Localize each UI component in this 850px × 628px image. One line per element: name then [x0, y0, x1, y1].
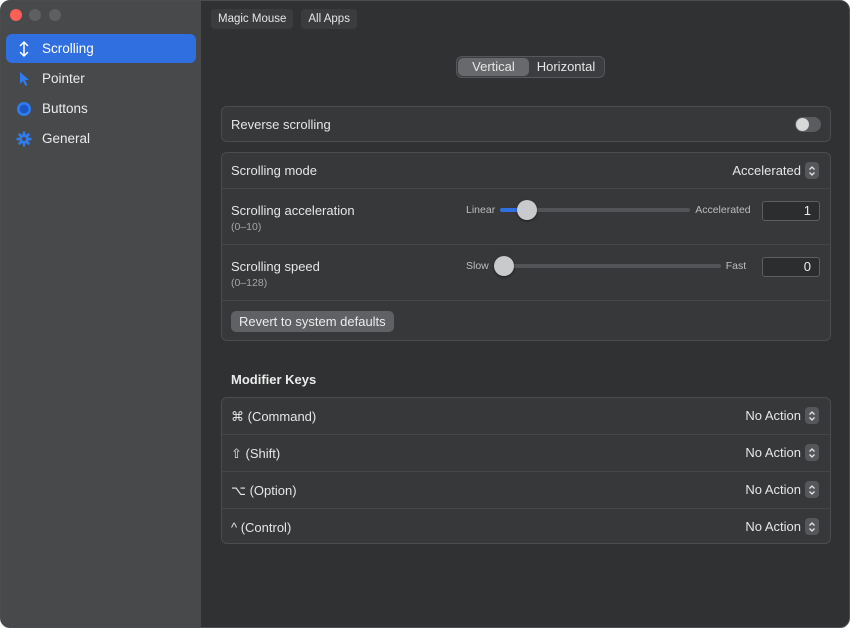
minimize-window-button[interactable]: [29, 9, 41, 21]
modifier-row-command: ⌘ (Command) No Action: [222, 398, 830, 435]
revert-row: Revert to system defaults: [222, 301, 830, 340]
speed-slider-group: Slow Fast: [466, 256, 747, 276]
scrolling-mode-popup[interactable]: Accelerated: [732, 162, 819, 179]
speed-slider[interactable]: [493, 256, 721, 276]
acceleration-slider[interactable]: [500, 200, 691, 220]
app-window: Scrolling Pointer Buttons General Magic …: [0, 0, 850, 628]
scrolling-acceleration-label: Scrolling acceleration: [231, 203, 355, 218]
scrolling-speed-range: (0–128): [231, 277, 268, 289]
modifier-value: No Action: [745, 408, 801, 423]
sidebar: Scrolling Pointer Buttons General: [1, 1, 201, 627]
reverse-scrolling-label: Reverse scrolling: [231, 117, 331, 132]
speed-value-field[interactable]: 0: [762, 257, 820, 277]
chevron-updown-icon: [805, 481, 819, 498]
modifier-value: No Action: [745, 445, 801, 460]
modifier-value: No Action: [745, 519, 801, 534]
modifier-keys-card: ⌘ (Command) No Action ⇧ (Shift) No Actio…: [221, 397, 831, 544]
main-panel: Magic Mouse All Apps Vertical Horizontal…: [201, 1, 849, 627]
acceleration-min-label: Linear: [466, 204, 496, 216]
chevron-updown-icon: [805, 162, 819, 179]
sidebar-item-general[interactable]: General: [6, 124, 196, 153]
sidebar-item-pointer[interactable]: Pointer: [6, 64, 196, 93]
acceleration-slider-thumb[interactable]: [517, 200, 538, 220]
sidebar-item-label: Pointer: [42, 71, 85, 86]
modifier-value: No Action: [745, 482, 801, 497]
acceleration-max-label: Accelerated: [695, 204, 751, 216]
reverse-scrolling-toggle[interactable]: [795, 117, 821, 132]
reverse-scrolling-card: Reverse scrolling: [221, 106, 831, 142]
toggle-knob: [796, 118, 809, 131]
scrolling-settings-card: Scrolling mode Accelerated Scrolling acc…: [221, 152, 831, 341]
sidebar-item-label: Scrolling: [42, 41, 94, 56]
chevron-updown-icon: [805, 518, 819, 535]
modifier-row-shift: ⇧ (Shift) No Action: [222, 435, 830, 472]
direction-segmented-control: Vertical Horizontal: [456, 56, 605, 78]
modifier-shift-popup[interactable]: No Action: [745, 444, 819, 461]
scrolling-mode-value: Accelerated: [732, 163, 801, 178]
cursor-arrow-icon: [16, 71, 32, 87]
scrolling-mode-row: Scrolling mode Accelerated: [222, 153, 830, 189]
scrolling-speed-row: Scrolling speed (0–128) Slow Fast 0: [222, 245, 830, 301]
sidebar-item-buttons[interactable]: Buttons: [6, 94, 196, 123]
device-picker[interactable]: Magic Mouse: [211, 9, 294, 29]
modifier-keys-title: Modifier Keys: [231, 372, 317, 387]
speed-max-label: Fast: [725, 260, 747, 272]
revert-defaults-button[interactable]: Revert to system defaults: [231, 311, 394, 332]
segment-horizontal[interactable]: Horizontal: [529, 58, 603, 76]
speed-slider-thumb[interactable]: [493, 256, 514, 276]
chevron-updown-icon: [805, 444, 819, 461]
modifier-label: ⌘ (Command): [231, 409, 317, 424]
sidebar-item-label: Buttons: [42, 101, 88, 116]
gear-icon: [16, 131, 32, 147]
modifier-label: ⌥ (Option): [231, 483, 297, 498]
modifier-row-control: ^ (Control) No Action: [222, 509, 830, 545]
modifier-row-option: ⌥ (Option) No Action: [222, 472, 830, 509]
scrolling-speed-label: Scrolling speed: [231, 259, 320, 274]
segment-vertical[interactable]: Vertical: [458, 58, 529, 76]
scrolling-acceleration-range: (0–10): [231, 221, 262, 233]
speed-min-label: Slow: [466, 260, 489, 272]
acceleration-slider-group: Linear Accelerated: [466, 200, 751, 220]
modifier-option-popup[interactable]: No Action: [745, 481, 819, 498]
sidebar-item-label: General: [42, 131, 91, 146]
reverse-scrolling-row: Reverse scrolling: [222, 107, 830, 141]
modifier-label: ⇧ (Shift): [231, 446, 281, 461]
modifier-control-popup[interactable]: No Action: [745, 518, 819, 535]
modifier-command-popup[interactable]: No Action: [745, 407, 819, 424]
close-window-button[interactable]: [10, 9, 22, 21]
updown-arrow-icon: [16, 40, 32, 57]
acceleration-value-field[interactable]: 1: [762, 201, 820, 221]
scrolling-acceleration-row: Scrolling acceleration (0–10) Linear Acc…: [222, 189, 830, 245]
toolbar: Magic Mouse All Apps: [211, 9, 357, 29]
sidebar-item-scrolling[interactable]: Scrolling: [6, 34, 196, 63]
scrolling-mode-label: Scrolling mode: [231, 163, 317, 178]
zoom-window-button[interactable]: [49, 9, 61, 21]
app-picker[interactable]: All Apps: [301, 9, 357, 29]
modifier-label: ^ (Control): [231, 520, 292, 535]
chevron-updown-icon: [805, 407, 819, 424]
sidebar-list: Scrolling Pointer Buttons General: [6, 34, 196, 154]
circle-icon: [16, 101, 32, 117]
